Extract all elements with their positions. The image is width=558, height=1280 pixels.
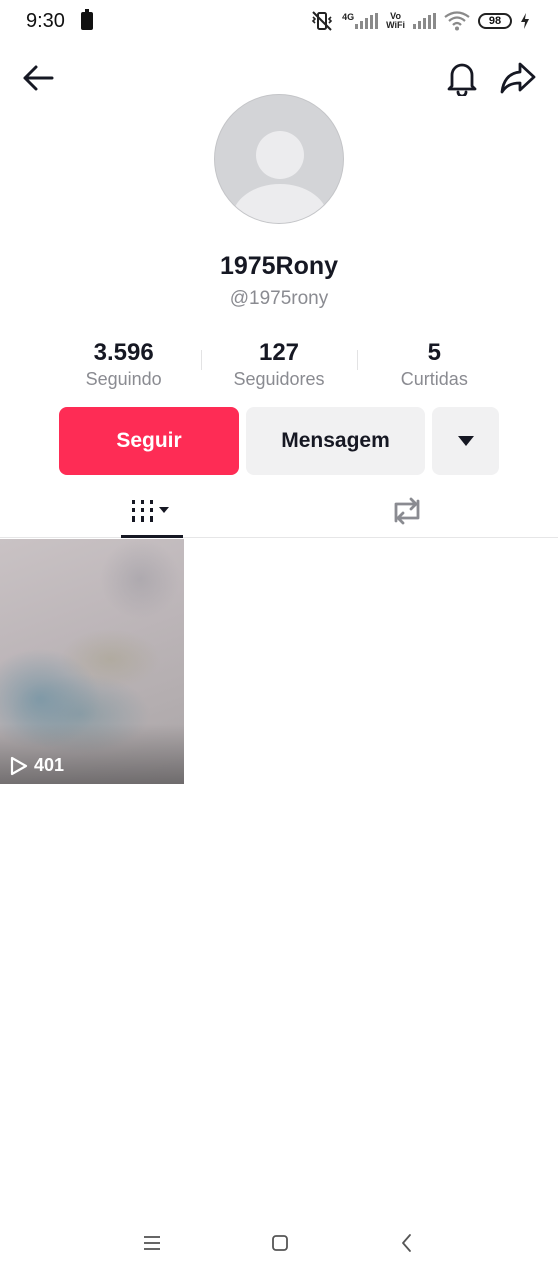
battery-saver-icon (81, 9, 93, 30)
username: @1975rony (229, 288, 329, 309)
profile-stats: 3.596 Seguindo 127 Seguidores 5 Curtidas (46, 338, 512, 394)
avatar[interactable] (214, 94, 344, 224)
system-nav-bar (0, 1220, 558, 1266)
signal-icon-2 (413, 13, 436, 29)
share-button[interactable] (496, 56, 540, 100)
stat-followers[interactable]: 127 Seguidores (201, 338, 356, 394)
back-button[interactable] (16, 56, 60, 100)
recent-apps-button[interactable] (137, 1228, 167, 1258)
signal-icon (355, 13, 379, 29)
message-button[interactable]: Mensagem (246, 407, 425, 475)
tab-active-indicator (121, 535, 183, 538)
repost-icon (394, 497, 420, 525)
video-thumbnail[interactable]: 401 (0, 539, 184, 784)
play-count: 401 (10, 755, 64, 776)
back-arrow-icon (23, 65, 54, 91)
notifications-button[interactable] (440, 56, 484, 100)
chevron-left-icon (402, 1234, 411, 1252)
battery-indicator: 98 (478, 13, 512, 29)
play-count-value: 401 (34, 755, 65, 775)
system-back-button[interactable] (392, 1228, 422, 1258)
charging-icon (521, 13, 529, 29)
stat-likes[interactable]: 5 Curtidas (356, 338, 512, 394)
stat-following[interactable]: 3.596 Seguindo (46, 338, 201, 394)
play-icon (10, 756, 28, 775)
stat-following-label: Seguindo (85, 369, 162, 389)
suggested-accounts-button[interactable] (432, 407, 499, 475)
wifi-icon (444, 11, 470, 31)
status-time: 9:30 (26, 10, 65, 32)
stat-likes-value: 5 (427, 339, 441, 366)
silent-vibrate-icon (311, 11, 333, 31)
stat-followers-label: Seguidores (233, 369, 325, 389)
tab-videos[interactable] (121, 484, 183, 538)
vowifi-label-bottom: WiFi (386, 20, 405, 30)
avatar-body (232, 184, 328, 223)
bell-icon (447, 63, 477, 96)
home-square-icon (272, 1235, 288, 1251)
avatar-head (256, 131, 304, 179)
stat-likes-label: Curtidas (400, 369, 468, 389)
display-name: 1975Rony (219, 252, 339, 280)
caret-down-icon (457, 436, 474, 446)
tab-reposts[interactable] (380, 484, 434, 538)
grid-icon (132, 500, 169, 522)
menu-icon (144, 1236, 160, 1250)
status-icons: 4G Vo WiFi 98 (310, 8, 530, 34)
status-bar: 9:30 4G Vo WiFi 98 (0, 0, 558, 44)
stat-following-value: 3.596 (93, 339, 154, 366)
stat-followers-value: 127 (258, 339, 300, 366)
share-icon (500, 62, 536, 94)
profile-tabs (0, 484, 558, 538)
home-button[interactable] (265, 1228, 295, 1258)
network-type-label: 4G (342, 12, 355, 22)
follow-button[interactable]: Seguir (59, 407, 239, 475)
